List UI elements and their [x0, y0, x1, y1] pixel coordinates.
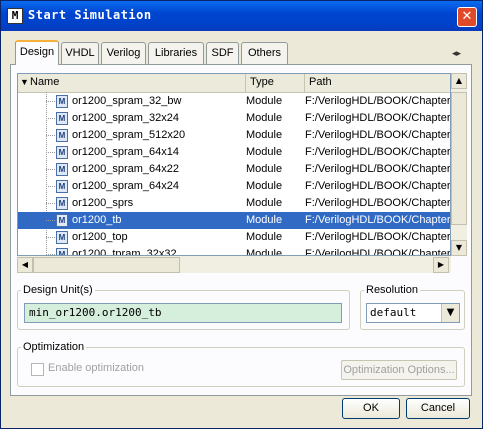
- tree-connector: [46, 220, 55, 221]
- scroll-up-icon[interactable]: ▲: [451, 73, 467, 89]
- list-header: ▼ Name Type Path: [18, 74, 450, 93]
- tab-scroll-arrows[interactable]: ◂▸: [452, 49, 474, 63]
- tree-connector: [46, 101, 55, 102]
- list-item-selected[interactable]: M or1200_tb Module F:/VerilogHDL/BOOK/Ch…: [18, 212, 450, 229]
- tree-connector: [46, 118, 55, 119]
- resolution-label: Resolution: [366, 284, 418, 296]
- scroll-down-icon[interactable]: ▼: [451, 240, 467, 256]
- tree-connector: [46, 169, 55, 170]
- tree-connector: [46, 152, 55, 153]
- list-item[interactable]: M or1200_sprs Module F:/VerilogHDL/BOOK/…: [18, 195, 450, 212]
- list-item[interactable]: M or1200_spram_64x22 Module F:/VerilogHD…: [18, 161, 450, 178]
- module-icon: M: [56, 197, 68, 210]
- app-icon: M: [7, 8, 23, 24]
- optimization-label: Optimization: [23, 341, 85, 353]
- column-header-path[interactable]: Path: [305, 74, 450, 92]
- list-item[interactable]: M or1200_spram_32_bw Module F:/VerilogHD…: [18, 93, 450, 110]
- enable-optimization-checkbox[interactable]: [31, 363, 44, 376]
- column-header-name[interactable]: ▼ Name: [18, 74, 246, 92]
- chevron-down-icon[interactable]: ▼: [441, 304, 459, 322]
- tab-sdf[interactable]: SDF: [206, 42, 239, 64]
- close-button[interactable]: ✕: [457, 7, 477, 27]
- design-unit-field[interactable]: min_or1200.or1200_tb: [24, 303, 342, 323]
- tab-libraries[interactable]: Libraries: [148, 42, 204, 64]
- ok-button[interactable]: OK: [342, 398, 400, 419]
- module-icon: M: [56, 129, 68, 142]
- tree-connector: [46, 186, 55, 187]
- tree-connector: [46, 203, 55, 204]
- sort-down-icon: ▼: [20, 77, 29, 87]
- title-bar[interactable]: M Start Simulation ✕: [1, 1, 482, 31]
- list-item[interactable]: M or1200_spram_32x24 Module F:/VerilogHD…: [18, 110, 450, 127]
- tab-design[interactable]: Design: [15, 40, 59, 65]
- tab-scroll-right-icon[interactable]: ▸: [457, 49, 462, 59]
- horizontal-scroll-thumb[interactable]: [33, 257, 180, 273]
- module-icon: M: [56, 95, 68, 108]
- module-icon: M: [56, 112, 68, 125]
- tree-connector: [46, 254, 55, 255]
- list-item[interactable]: M or1200_spram_64x24 Module F:/VerilogHD…: [18, 178, 450, 195]
- tab-verilog[interactable]: Verilog: [101, 42, 146, 64]
- module-icon: M: [56, 231, 68, 244]
- window-title: Start Simulation: [28, 8, 152, 22]
- design-unit-list[interactable]: ▼ Name Type Path M or1200_spram_32_bw Mod…: [17, 73, 451, 256]
- enable-optimization-label: Enable optimization: [48, 362, 145, 374]
- list-item[interactable]: M or1200_spram_64x14 Module F:/VerilogHD…: [18, 144, 450, 161]
- cancel-button[interactable]: Cancel: [406, 398, 470, 419]
- tree-connector: [46, 237, 55, 238]
- module-icon: M: [56, 163, 68, 176]
- tree-connector: [46, 135, 55, 136]
- module-icon: M: [56, 146, 68, 159]
- design-unit-label: Design Unit(s): [23, 284, 93, 296]
- module-icon: M: [56, 248, 68, 255]
- scroll-left-icon[interactable]: ◀: [17, 257, 33, 273]
- list-item[interactable]: M or1200_tpram_32x32 Module F:/VerilogHD…: [18, 246, 450, 255]
- tab-others[interactable]: Others: [241, 42, 288, 64]
- vertical-scroll-thumb[interactable]: [451, 92, 467, 225]
- optimization-options-button[interactable]: Optimization Options...: [341, 360, 457, 380]
- list-item[interactable]: M or1200_top Module F:/VerilogHDL/BOOK/C…: [18, 229, 450, 246]
- module-icon: M: [56, 180, 68, 193]
- list-item[interactable]: M or1200_spram_512x20 Module F:/VerilogH…: [18, 127, 450, 144]
- column-header-type[interactable]: Type: [246, 74, 305, 92]
- module-icon: M: [56, 214, 68, 227]
- tab-vhdl[interactable]: VHDL: [61, 42, 99, 64]
- scroll-right-icon[interactable]: ▶: [433, 257, 449, 273]
